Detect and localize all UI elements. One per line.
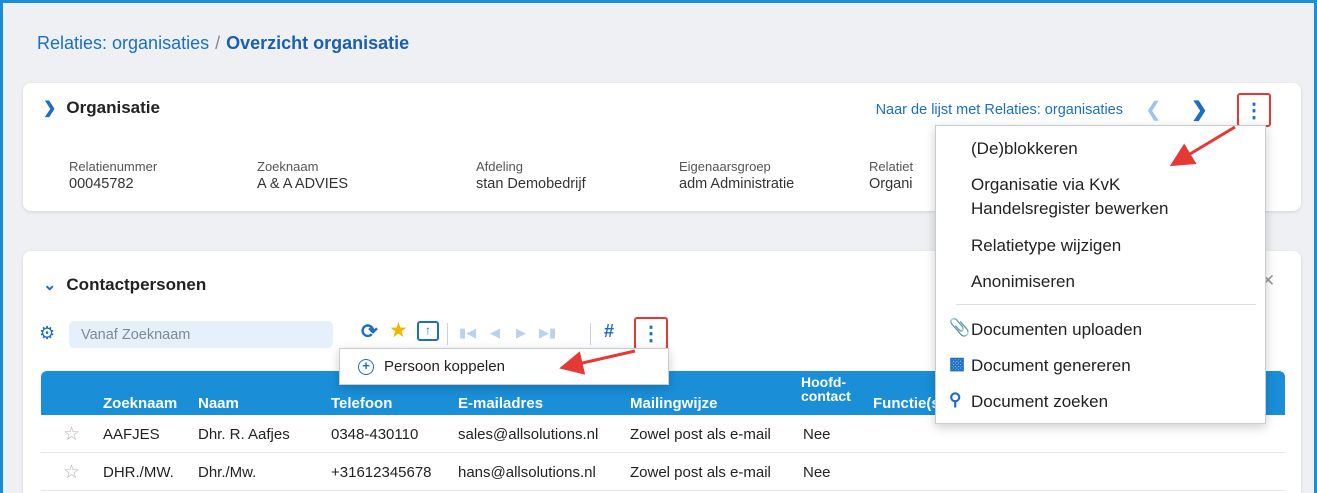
- field-eigenaarsgroep: Eigenaarsgroep adm Administratie: [679, 159, 794, 192]
- cell-hoofdcontact: Nee: [803, 464, 831, 481]
- cell-mailingwijze: Zowel post als e-mail: [630, 464, 771, 481]
- first-page-icon[interactable]: ▮◀: [459, 325, 476, 341]
- cell-telefoon: +31612345678: [331, 464, 432, 481]
- cell-telefoon: 0348-430110: [331, 426, 419, 443]
- chevron-right-icon: ❯: [43, 100, 57, 117]
- paperclip-icon: 📎: [949, 318, 971, 337]
- toolbar-divider: [590, 323, 591, 345]
- column-header[interactable]: Telefoon: [331, 395, 392, 412]
- field-label: Eigenaarsgroep: [679, 159, 771, 174]
- cell-zoeknaam: DHR./MW.: [103, 464, 174, 481]
- cell-email: hans@allsolutions.nl: [458, 464, 596, 481]
- column-header[interactable]: Functie(s: [873, 395, 940, 412]
- list-link[interactable]: Naar de lijst met Relaties: organisaties: [876, 102, 1123, 118]
- contact-options-menu: + Persoon koppelen: [339, 348, 669, 385]
- refresh-icon[interactable]: ⟳: [361, 319, 378, 344]
- cell-naam: Dhr./Mw.: [198, 464, 257, 481]
- contactpersonen-header[interactable]: ⌄ Contactpersonen: [43, 275, 206, 295]
- count-icon[interactable]: #: [604, 321, 614, 342]
- field-value: stan Demobedrijf: [476, 176, 586, 192]
- field-value: adm Administratie: [679, 176, 795, 192]
- field-label: Relatienummer: [69, 159, 158, 174]
- chevron-right-icon[interactable]: ❯: [1191, 97, 1208, 122]
- app-frame: Relaties: organisaties / Overzicht organis…: [3, 3, 1314, 493]
- field-zoeknaam: Zoeknaam A & A ADVIES: [257, 159, 348, 192]
- menu-item-persoon-koppelen[interactable]: + Persoon koppelen: [358, 358, 505, 375]
- field-value: 00045782: [69, 176, 134, 192]
- menu-item-anonimiseren[interactable]: Anonimiseren: [971, 271, 1075, 292]
- field-relatietype: Relatiet Organi: [869, 159, 913, 192]
- chevron-down-icon: ⌄: [43, 277, 57, 294]
- star-outline-icon[interactable]: ☆: [63, 461, 80, 484]
- organisatie-header[interactable]: ❯ Organisatie: [43, 98, 160, 118]
- column-header-line: contact: [801, 388, 851, 404]
- menu-item-document-zoeken[interactable]: Document zoeken: [971, 391, 1108, 412]
- field-label: Relatiet: [869, 159, 914, 174]
- column-header-line: Hoofd-: [801, 374, 847, 390]
- column-header[interactable]: Naam: [198, 395, 239, 412]
- field-afdeling: Afdeling stan Demobedrijf: [476, 159, 586, 192]
- cell-email: sales@allsolutions.nl: [458, 426, 599, 443]
- menu-item-documenten-uploaden[interactable]: Documenten uploaden: [971, 319, 1142, 340]
- column-header[interactable]: E-mailadres: [458, 395, 543, 412]
- table-row[interactable]: ☆ DHR./MW. Dhr./Mw. +31612345678 hans@al…: [41, 453, 1285, 491]
- column-header[interactable]: Zoeknaam: [103, 395, 177, 412]
- column-header[interactable]: Mailingwijze: [630, 395, 718, 412]
- organisatie-options-menu: (De)blokkeren Organisatie via KvK Handel…: [935, 125, 1266, 424]
- cell-naam: Dhr. R. Aafjes: [198, 426, 290, 443]
- star-outline-icon[interactable]: ☆: [63, 423, 80, 446]
- more-options-icon[interactable]: ⋮: [1237, 93, 1271, 127]
- gear-icon[interactable]: ⚙: [39, 323, 55, 344]
- menu-item-kvk-line2[interactable]: Handelsregister bewerken: [971, 198, 1169, 219]
- field-value: Organi: [869, 176, 913, 192]
- document-add-icon: ▩: [949, 354, 966, 373]
- toolbar-divider: [447, 323, 448, 345]
- cell-zoeknaam: AAFJES: [103, 426, 160, 443]
- last-page-icon[interactable]: ▶▮: [539, 325, 556, 341]
- field-label: Zoeknaam: [257, 159, 319, 174]
- next-page-icon[interactable]: ▶: [516, 325, 526, 341]
- menu-item-kvk-line1[interactable]: Organisatie via KvK: [971, 174, 1120, 195]
- chevron-left-icon[interactable]: ❮: [1145, 97, 1162, 122]
- search-icon: ⚲: [949, 390, 962, 409]
- breadcrumb-current: Overzicht organisatie: [226, 33, 410, 53]
- cell-hoofdcontact: Nee: [803, 426, 831, 443]
- contactpersonen-title: Contactpersonen: [66, 275, 207, 294]
- menu-item-label: Persoon koppelen: [384, 358, 505, 375]
- menu-item-document-genereren[interactable]: Document genereren: [971, 355, 1131, 376]
- menu-separator: [956, 304, 1256, 305]
- menu-item-relatietype-wijzigen[interactable]: Relatietype wijzigen: [971, 235, 1121, 256]
- field-label: Afdeling: [476, 159, 523, 174]
- field-value: A & A ADVIES: [257, 176, 349, 192]
- export-icon[interactable]: ↑: [417, 321, 439, 341]
- breadcrumb-parent[interactable]: Relaties: organisaties: [37, 33, 209, 53]
- search-input[interactable]: [69, 321, 333, 348]
- prev-page-icon[interactable]: ◀: [490, 325, 500, 341]
- organisatie-title: Organisatie: [66, 98, 160, 117]
- breadcrumb-separator: /: [215, 33, 221, 53]
- add-circle-icon: +: [358, 358, 374, 375]
- star-icon[interactable]: ★: [389, 318, 408, 343]
- field-relatienummer: Relatienummer 00045782: [69, 159, 157, 192]
- more-options-icon[interactable]: ⋮: [634, 317, 668, 350]
- menu-item-deblokkeren[interactable]: (De)blokkeren: [971, 138, 1078, 159]
- cell-mailingwijze: Zowel post als e-mail: [630, 426, 771, 443]
- column-header-hoofdcontact[interactable]: Hoofd- contact: [801, 375, 851, 403]
- breadcrumb: Relaties: organisaties / Overzicht organis…: [37, 33, 409, 54]
